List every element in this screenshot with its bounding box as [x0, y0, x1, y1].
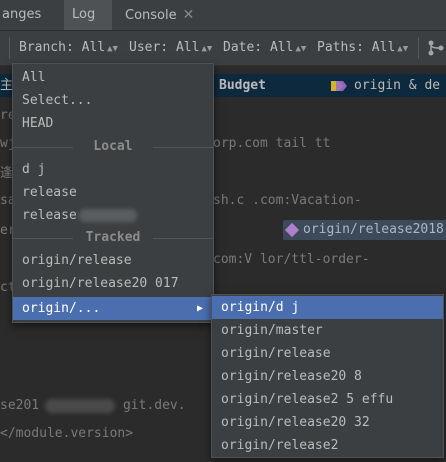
tab-label: Log [72, 7, 96, 22]
paths-filter-label: Paths: All [317, 40, 396, 55]
branch-graph-icon[interactable] [427, 39, 446, 57]
menu-item-release[interactable]: release [13, 181, 213, 204]
tab-console[interactable]: Console ✕ [117, 0, 202, 30]
tool-window-tab-bar: anges Log Console ✕ [0, 0, 446, 31]
menu-item-origin-release[interactable]: origin/release [13, 249, 213, 272]
menu-item-head[interactable]: HEAD [13, 112, 213, 135]
menu-item-label: origin/d j [221, 300, 300, 315]
log-filter-toolbar: Branch: All ▲▼ User: All ▲▼ Date: All ▲▼ Pa… [0, 31, 446, 66]
column-header-budget: Budget [219, 78, 266, 93]
submenu-item-origin-release-c[interactable]: origin/release20 32 [212, 411, 443, 434]
toolbar-separator [9, 37, 10, 59]
submenu-item-origin-master[interactable]: origin/master [212, 319, 443, 342]
date-filter-label: Date: All [223, 40, 294, 55]
log-cell: </module.version> [0, 426, 134, 441]
menu-item-all[interactable]: All [13, 66, 213, 89]
branch-filter-menu: All Select... HEAD Local d j release rel… [12, 63, 214, 323]
menu-item-label: origin/release [221, 346, 331, 361]
submenu-item-origin-release[interactable]: origin/release [212, 342, 443, 365]
branch-filter-label: Branch: All [19, 40, 106, 55]
menu-item-label: origin/release2 [221, 438, 339, 453]
log-cell: se201 [0, 398, 40, 413]
up-down-arrows-icon: ▲▼ [397, 44, 409, 54]
menu-item-label: origin/release [22, 253, 132, 268]
up-down-arrows-icon: ▲▼ [201, 44, 213, 54]
menu-item-label: HEAD [22, 116, 54, 131]
log-cell: orp.com tail tt [213, 136, 331, 151]
tab-label: anges [2, 7, 42, 22]
user-filter[interactable]: User: All ▲▼ [129, 31, 212, 65]
branch-badge: origin & de [330, 74, 440, 97]
date-filter[interactable]: Date: All ▲▼ [223, 31, 306, 65]
triangle-right-icon: ▶ [196, 303, 203, 314]
menu-item-label: d j [22, 162, 46, 177]
toolbar-separator [418, 37, 419, 59]
submenu-item-origin-release-a[interactable]: origin/release20 8 [212, 365, 443, 388]
menu-item-label: origin/release20 32 [221, 415, 370, 430]
menu-group-label: Tracked [85, 230, 141, 245]
menu-item-label: All [22, 70, 46, 85]
menu-item-label: origin/master [221, 323, 323, 338]
menu-item-origin-group[interactable]: origin/... ▶ [13, 297, 213, 320]
menu-item-label: origin/release20 8 [221, 369, 362, 384]
user-filter-label: User: All [129, 40, 200, 55]
menu-item-label: origin/... [22, 301, 101, 316]
menu-item-label: release [22, 185, 77, 200]
menu-item-label: origin/release2 5 effu [221, 392, 394, 407]
redacted-text [78, 209, 137, 222]
tag-label: origin/release2018 [283, 220, 446, 240]
up-down-arrows-icon: ▲▼ [107, 44, 118, 54]
menu-item-local-release[interactable]: release [13, 204, 213, 227]
tag-text: origin/release2018 [303, 222, 444, 237]
log-cell: sh.c .com:Vacation- [213, 193, 362, 208]
tag-icon [284, 222, 300, 237]
tab-label: Console [125, 8, 177, 23]
tab-log[interactable]: Log [64, 0, 112, 30]
log-cell: git.dev. [115, 398, 186, 413]
menu-group-tracked: Tracked [13, 228, 213, 248]
tab-changes[interactable]: anges [0, 0, 49, 30]
close-icon[interactable]: ✕ [183, 7, 195, 23]
menu-group-local: Local [13, 137, 213, 157]
menu-item-origin-release2017[interactable]: origin/release20 017 [13, 272, 213, 295]
origin-submenu: origin/d j origin/master origin/release … [211, 294, 444, 458]
menu-item-label: Select... [22, 93, 93, 108]
log-cell: com:V lor/ttl-order- [213, 252, 370, 267]
submenu-item-origin-release-b[interactable]: origin/release2 5 effu [212, 388, 443, 411]
menu-item-select[interactable]: Select... [13, 89, 213, 112]
menu-item-label: origin/release20 017 [22, 276, 179, 291]
menu-item-label: release [22, 208, 77, 223]
redacted-text [45, 398, 116, 413]
menu-group-label: Local [93, 139, 133, 154]
branch-badge-label: origin & de [354, 78, 441, 93]
menu-item-local-branch[interactable]: d j [13, 158, 213, 181]
branch-filter[interactable]: Branch: All ▲▼ [19, 31, 118, 65]
tag-icon [331, 80, 347, 91]
submenu-item-origin-dev[interactable]: origin/d j [212, 296, 443, 319]
paths-filter[interactable]: Paths: All ▲▼ [317, 31, 408, 65]
up-down-arrows-icon: ▲▼ [295, 44, 307, 54]
submenu-item-origin-release-d[interactable]: origin/release2 [212, 434, 443, 457]
